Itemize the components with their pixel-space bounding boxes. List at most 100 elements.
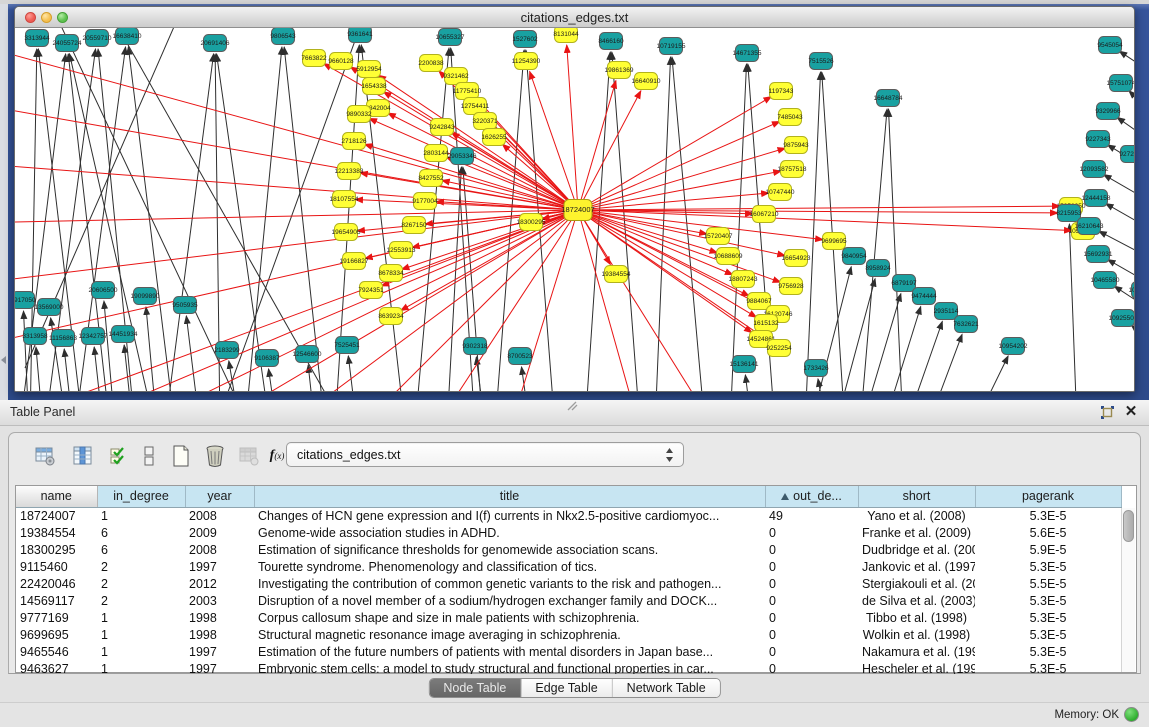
graph-node[interactable]: 9505935: [172, 297, 198, 314]
graph-node[interactable]: 18757518: [778, 161, 807, 178]
graph-node[interactable]: 1654338: [361, 78, 387, 95]
graph-node[interactable]: 9890332: [346, 106, 372, 123]
table-cell[interactable]: 2: [97, 558, 185, 575]
graph-node[interactable]: 10688609: [714, 248, 743, 265]
table-cell[interactable]: 14569117: [16, 592, 97, 609]
graph-node[interactable]: 12342757: [79, 328, 108, 345]
table-cell[interactable]: 1: [97, 507, 185, 524]
graph-node[interactable]: 9329966: [1095, 103, 1121, 120]
table-cell[interactable]: 19384554: [16, 524, 97, 541]
table-cell[interactable]: Nakamura et al. (1997): [858, 643, 975, 660]
table-cell[interactable]: 1998: [185, 609, 254, 626]
graph-node[interactable]: 14671355: [733, 45, 762, 62]
graph-node[interactable]: 11254390: [512, 53, 541, 70]
graph-node[interactable]: 9840954: [841, 248, 867, 265]
graph-node[interactable]: 16654923: [782, 250, 811, 267]
table-row[interactable]: 911546021997Tourette syndrome. Phenomeno…: [16, 558, 1121, 575]
splitter-handle-icon[interactable]: [566, 401, 578, 411]
graph-node[interactable]: 10655327: [436, 29, 465, 46]
table-cell[interactable]: 2003: [185, 592, 254, 609]
table-cell[interactable]: 0: [765, 575, 858, 592]
graph-node[interactable]: 19384554: [602, 266, 631, 283]
graph-node[interactable]: 8267150: [401, 217, 427, 234]
graph-node[interactable]: 3220371: [472, 113, 498, 130]
column-header-pagerank[interactable]: pagerank: [975, 486, 1121, 507]
select-columns-button[interactable]: [105, 442, 133, 470]
column-header-short[interactable]: short: [858, 486, 975, 507]
table-cell[interactable]: 5.3E-5: [975, 626, 1121, 643]
column-header-outde[interactable]: out_de...: [765, 486, 858, 507]
tab-network-table[interactable]: Network Table: [613, 679, 720, 697]
graph-node[interactable]: 9875943: [783, 137, 809, 154]
graph-node[interactable]: 7525451: [334, 337, 360, 354]
graph-node[interactable]: 20691406: [201, 35, 230, 52]
row-height-button[interactable]: [135, 442, 163, 470]
graph-node[interactable]: 16648784: [874, 90, 903, 107]
table-cell[interactable]: 5.3E-5: [975, 558, 1121, 575]
graph-node[interactable]: 3313958: [22, 328, 48, 345]
graph-node[interactable]: 12213383: [335, 163, 364, 180]
graph-node[interactable]: 9227343: [1085, 131, 1111, 148]
table-cell[interactable]: 6: [97, 541, 185, 558]
graph-node[interactable]: 1615132: [753, 315, 779, 332]
table-column-button[interactable]: [69, 442, 97, 470]
graph-node[interactable]: 9545054: [1097, 37, 1123, 54]
graph-node[interactable]: 6879197: [891, 275, 917, 292]
graph-node[interactable]: 16210643: [1075, 218, 1104, 235]
graph-node[interactable]: 9252254: [766, 340, 792, 357]
graph-node[interactable]: 12546600: [293, 346, 322, 363]
graph-node[interactable]: 9321462: [443, 68, 469, 85]
graph-node[interactable]: 14451934: [109, 326, 138, 343]
graph-node[interactable]: 15692931: [1084, 246, 1113, 263]
table-cell[interactable]: 2: [97, 575, 185, 592]
table-cell[interactable]: 18724007: [16, 507, 97, 524]
graph-node[interactable]: 20559710: [83, 30, 112, 47]
table-cell[interactable]: 2012: [185, 575, 254, 592]
graph-node[interactable]: 9272755: [1119, 146, 1135, 163]
graph-node[interactable]: 8427552: [418, 170, 444, 187]
table-cell[interactable]: 1: [97, 626, 185, 643]
table-cell[interactable]: Dudbridge et al. (2008): [858, 541, 975, 558]
graph-node[interactable]: 19166827: [340, 253, 369, 270]
graph-node[interactable]: 1733426: [803, 360, 829, 377]
graph-node[interactable]: 9660128: [328, 53, 354, 70]
graph-node[interactable]: 2718126: [341, 133, 367, 150]
graph-node[interactable]: 9361641: [347, 28, 373, 43]
graph-node[interactable]: 12754411: [461, 98, 490, 115]
table-cell[interactable]: Estimation of significance thresholds fo…: [254, 541, 765, 558]
graph-node[interactable]: 8131044: [553, 28, 579, 43]
table-cell[interactable]: Jankovic et al. (1997): [858, 558, 975, 575]
table-cell[interactable]: 5.5E-5: [975, 575, 1121, 592]
graph-node[interactable]: 24055724: [53, 35, 82, 52]
network-graph[interactable]: 7663822966012859129541654338234200498903…: [15, 28, 1135, 392]
graph-node[interactable]: 16638410: [113, 28, 142, 45]
table-cell[interactable]: Wolkin et al. (1998): [858, 626, 975, 643]
table-row[interactable]: 1830029562008Estimation of significance …: [16, 541, 1121, 558]
table-cell[interactable]: Corpus callosum shape and size in male p…: [254, 609, 765, 626]
graph-node[interactable]: 10719155: [657, 38, 686, 55]
graph-node[interactable]: 29053346: [448, 148, 477, 165]
graph-node[interactable]: 11775410: [453, 83, 482, 100]
table-cell[interactable]: 18300295: [16, 541, 97, 558]
graph-node[interactable]: 9302318: [462, 338, 488, 355]
table-cell[interactable]: 5.9E-5: [975, 541, 1121, 558]
table-cell[interactable]: Tourette syndrome. Phenomenology and cla…: [254, 558, 765, 575]
table-cell[interactable]: Estimation of the future numbers of pati…: [254, 643, 765, 660]
table-cell[interactable]: Investigating the contribution of common…: [254, 575, 765, 592]
graph-node[interactable]: 18107554: [330, 191, 359, 208]
table-cell[interactable]: 9777169: [16, 609, 97, 626]
column-header-year[interactable]: year: [185, 486, 254, 507]
table-cell[interactable]: Structural magnetic resonance image aver…: [254, 626, 765, 643]
graph-node[interactable]: 7515526: [808, 53, 834, 70]
table-row[interactable]: 1456911722003Disruption of a novel membe…: [16, 592, 1121, 609]
graph-node[interactable]: 8639234: [378, 308, 404, 325]
graph-node[interactable]: 10925501: [1109, 310, 1135, 327]
graph-node[interactable]: 11156863: [49, 330, 77, 347]
graph-node[interactable]: 5912954: [356, 61, 382, 78]
graph-node[interactable]: 1527602: [512, 31, 538, 48]
left-panel-collapsed-strip[interactable]: [0, 4, 8, 400]
table-cell[interactable]: 49: [765, 507, 858, 524]
graph-node[interactable]: 10747440: [766, 184, 795, 201]
table-cell[interactable]: 2009: [185, 524, 254, 541]
graph-node[interactable]: 9474444: [911, 288, 937, 305]
